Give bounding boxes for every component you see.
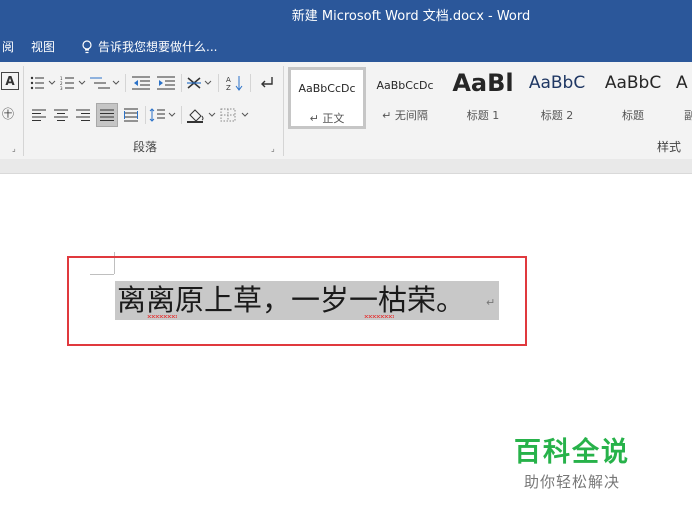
bullets-icon bbox=[30, 76, 56, 90]
style-preview: AaBbCcDc bbox=[376, 79, 434, 92]
separator bbox=[125, 74, 126, 92]
sort-button[interactable]: A Z bbox=[224, 72, 246, 94]
tab-view[interactable]: 视图 bbox=[31, 34, 55, 60]
separator bbox=[218, 74, 219, 92]
document-text[interactable]: 离离原上草，一岁一枯荣。 bbox=[117, 280, 465, 320]
tab-review[interactable]: 阅 bbox=[2, 34, 14, 60]
align-left-button[interactable] bbox=[30, 104, 48, 126]
style-heading-1[interactable]: AaBl 标题 1 bbox=[444, 67, 522, 129]
watermark-title: 百科全说 bbox=[514, 437, 630, 468]
style-preview: A bbox=[676, 73, 688, 93]
style-caption: ↵ 正文 bbox=[309, 112, 345, 125]
distributed-button[interactable] bbox=[121, 104, 141, 126]
style-preview: AaBbC bbox=[604, 73, 662, 93]
separator bbox=[181, 106, 182, 124]
show-hide-marks-button[interactable] bbox=[256, 72, 278, 94]
font-dialog-launcher-icon[interactable]: ⌟ bbox=[12, 144, 20, 153]
decrease-indent-button[interactable] bbox=[130, 72, 152, 94]
svg-text:Z: Z bbox=[226, 84, 231, 91]
numbering-icon: 1 2 3 bbox=[60, 76, 86, 90]
tell-me-search[interactable]: 告诉我您想要做什么... bbox=[98, 34, 217, 60]
enclose-characters-icon[interactable]: ㊉ bbox=[0, 102, 16, 124]
style-caption: 标题 1 bbox=[466, 109, 500, 122]
style-caption: ↵ 无间隔 bbox=[382, 109, 428, 122]
ruler-strip bbox=[0, 159, 692, 174]
paragraph-mark-icon bbox=[261, 77, 273, 88]
borders-button[interactable] bbox=[220, 104, 252, 126]
paragraph-group-label: 段落 bbox=[133, 140, 158, 154]
svg-text:A: A bbox=[226, 76, 231, 84]
align-right-button[interactable] bbox=[74, 104, 92, 126]
paragraph-dialog-launcher-icon[interactable]: ⌟ bbox=[271, 144, 279, 153]
style-caption: 标题 bbox=[622, 109, 644, 122]
decrease-indent-icon bbox=[132, 76, 150, 90]
chinese-layout-icon bbox=[187, 77, 212, 89]
style-preview: AaBl bbox=[452, 69, 514, 97]
style-subtitle[interactable]: A 副 bbox=[672, 67, 692, 129]
separator bbox=[145, 106, 146, 124]
style-caption: 副 bbox=[684, 109, 692, 122]
paint-bucket-icon bbox=[187, 109, 216, 123]
group-separator bbox=[23, 66, 24, 156]
style-title[interactable]: AaBbC 标题 bbox=[594, 67, 672, 129]
style-caption: 标题 2 bbox=[540, 109, 574, 122]
character-border-button[interactable]: A bbox=[1, 72, 19, 90]
chinese-layout-button[interactable] bbox=[186, 72, 214, 94]
align-left-icon bbox=[32, 109, 46, 121]
line-spacing-icon bbox=[149, 108, 176, 122]
multilevel-list-icon bbox=[90, 77, 120, 89]
lightbulb-icon bbox=[82, 40, 92, 54]
svg-text:3: 3 bbox=[60, 86, 63, 90]
styles-group-label: 样式 bbox=[657, 140, 682, 154]
style-preview: AaBbCcDc bbox=[298, 82, 356, 95]
line-spacing-button[interactable] bbox=[149, 104, 177, 126]
increase-indent-button[interactable] bbox=[155, 72, 177, 94]
numbering-button[interactable]: 1 2 3 bbox=[60, 72, 88, 94]
group-separator bbox=[283, 66, 284, 156]
align-center-icon bbox=[54, 109, 68, 121]
shading-button[interactable] bbox=[186, 104, 218, 126]
bullets-button[interactable] bbox=[30, 72, 58, 94]
style-no-spacing[interactable]: AaBbCcDc ↵ 无间隔 bbox=[366, 67, 444, 129]
align-center-button[interactable] bbox=[52, 104, 70, 126]
paragraph-mark: ↵ bbox=[486, 296, 496, 309]
ribbon: A ㊉ ⌟ 1 2 3 A Z 段落 ⌟ AaBbCcDc ↵ 正文 AaBbC… bbox=[0, 62, 692, 160]
justify-button[interactable] bbox=[96, 103, 118, 127]
multilevel-list-button[interactable] bbox=[90, 72, 122, 94]
style-preview: AaBbC bbox=[528, 73, 586, 93]
separator bbox=[250, 74, 251, 92]
borders-icon bbox=[220, 108, 249, 122]
spelling-underline bbox=[147, 315, 177, 318]
document-canvas[interactable]: 离离原上草，一岁一枯荣。 ↵ 百科全说 助你轻松解决 bbox=[0, 174, 692, 527]
distributed-icon bbox=[124, 108, 138, 122]
justify-icon bbox=[100, 109, 114, 121]
increase-indent-icon bbox=[157, 76, 175, 90]
style-heading-2[interactable]: AaBbC 标题 2 bbox=[518, 67, 596, 129]
align-right-icon bbox=[76, 109, 90, 121]
sort-icon: A Z bbox=[226, 76, 243, 91]
watermark-subtitle: 助你轻松解决 bbox=[524, 473, 621, 491]
spelling-underline bbox=[364, 315, 394, 318]
window-title: 新建 Microsoft Word 文档.docx - Word bbox=[291, 9, 531, 24]
style-normal[interactable]: AaBbCcDc ↵ 正文 bbox=[288, 67, 366, 129]
separator bbox=[181, 74, 182, 92]
title-bar: 新建 Microsoft Word 文档.docx - Word bbox=[0, 0, 692, 34]
ribbon-tab-bar: 阅 视图 告诉我您想要做什么... bbox=[0, 34, 692, 62]
